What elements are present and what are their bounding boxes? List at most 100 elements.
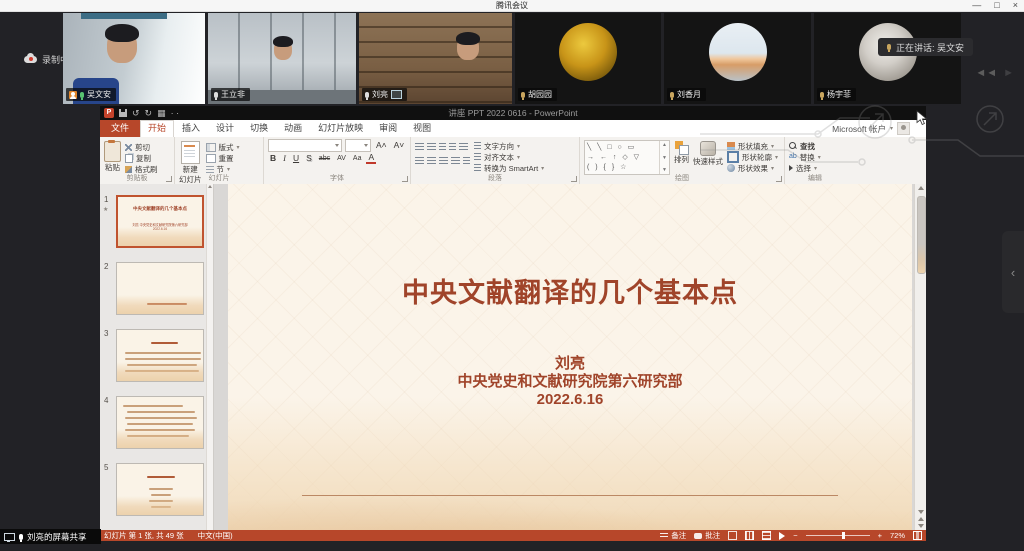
redo-icon[interactable]: ↻ xyxy=(145,108,153,118)
font-name-select[interactable] xyxy=(268,139,342,152)
zoom-in-button[interactable]: + xyxy=(878,531,882,540)
slide-thumbnail-5[interactable]: 5★ xyxy=(116,463,204,516)
gallery-scrollbar[interactable]: ▲▼▼ xyxy=(659,141,669,174)
qat-more-icon[interactable]: · · xyxy=(171,108,180,118)
scroll-down-icon[interactable] xyxy=(918,510,924,514)
tab-file[interactable]: 文件 xyxy=(100,120,140,137)
font-size-select[interactable] xyxy=(345,139,371,152)
page-nav-arrows[interactable]: ◄◄ ► xyxy=(975,67,1014,79)
next-slide-button[interactable] xyxy=(918,524,924,528)
slide-thumbnail-4[interactable]: 4★ xyxy=(116,396,204,449)
slide-scrollbar[interactable] xyxy=(914,184,926,530)
slide-author[interactable]: 刘亮 xyxy=(228,355,912,373)
participant-tile[interactable]: 刘亮 xyxy=(359,13,512,104)
comments-toggle[interactable]: 批注 xyxy=(694,530,720,541)
undo-icon[interactable]: ↺ xyxy=(132,108,140,118)
replace-button[interactable]: ab替换▾ xyxy=(789,152,821,162)
reading-view-button[interactable] xyxy=(762,531,771,540)
change-case-button[interactable]: Aa xyxy=(351,153,364,164)
dialog-launcher-icon[interactable] xyxy=(571,176,577,182)
columns-icon[interactable] xyxy=(463,157,470,165)
normal-view-button[interactable] xyxy=(728,531,737,540)
justify-icon[interactable] xyxy=(451,157,460,165)
slide-canvas[interactable]: 中央文献翻译的几个基本点 刘亮 中央党史和文献研究院第六研究部 2022.6.1… xyxy=(228,184,912,530)
zoom-out-button[interactable]: − xyxy=(793,531,797,540)
reset-button[interactable]: 重置 xyxy=(206,153,240,163)
tab-5[interactable]: 动画 xyxy=(276,120,310,137)
slideshow-icon[interactable]: ▦ xyxy=(157,108,166,118)
maximize-button[interactable]: □ xyxy=(994,0,999,11)
scrollbar-thumb[interactable] xyxy=(917,196,926,274)
dialog-launcher-icon[interactable] xyxy=(166,176,172,182)
cut-button[interactable]: 剪切 xyxy=(125,142,158,152)
slide-thumbnail-2[interactable]: 2★ xyxy=(116,262,204,315)
slide-date[interactable]: 2022.6.16 xyxy=(228,391,912,409)
participant-tile[interactable]: 杨宇菲 xyxy=(814,13,961,104)
shape-fill-button[interactable]: 形状填充▾ xyxy=(727,141,778,151)
text-shadow-button[interactable]: S xyxy=(304,153,314,164)
minimize-button[interactable]: — xyxy=(972,0,981,11)
font-color-button[interactable]: A xyxy=(366,153,376,164)
notes-toggle[interactable]: 备注 xyxy=(660,530,686,541)
tab-7[interactable]: 审阅 xyxy=(371,120,405,137)
tab-3[interactable]: 设计 xyxy=(208,120,242,137)
participant-tile[interactable]: 吴文安 xyxy=(63,13,205,104)
slideshow-view-button[interactable] xyxy=(779,532,785,540)
grow-font-button[interactable]: A˄ xyxy=(374,140,389,151)
account-area[interactable]: Microsoft 帐户 ▾ xyxy=(832,120,910,137)
tab-6[interactable]: 幻灯片放映 xyxy=(310,120,371,137)
shrink-font-button[interactable]: A˅ xyxy=(392,140,407,151)
slide-title[interactable]: 中央文献翻译的几个基本点 xyxy=(228,271,912,310)
previous-slide-button[interactable] xyxy=(918,517,924,521)
bullets-icon[interactable] xyxy=(415,143,424,151)
slide-sorter-view-button[interactable] xyxy=(745,531,754,540)
save-icon[interactable] xyxy=(119,109,127,117)
tab-1[interactable]: 开始 xyxy=(140,120,174,137)
slide-thumbnail-1[interactable]: 1★中央文献翻译的几个基本点刘亮 中央党史和文献研究院第六研究部 2022.6.… xyxy=(116,195,204,248)
tab-2[interactable]: 插入 xyxy=(174,120,208,137)
shape-outline-button[interactable]: 形状轮廓▾ xyxy=(727,152,778,162)
slide-thumbnail-3[interactable]: 3★ xyxy=(116,329,204,382)
fit-to-window-button[interactable] xyxy=(913,531,922,540)
panel-collapse-tab[interactable]: ‹ xyxy=(1002,231,1024,313)
dialog-launcher-icon[interactable] xyxy=(776,176,782,182)
shape-gallery[interactable]: ╲ ╲ □ ○ ▭ → ← ↑ ◇ ▽ ( ) { } ☆ ▲▼▼ xyxy=(584,140,670,175)
participant-tile[interactable]: 王立非 xyxy=(208,13,356,104)
align-text-button[interactable]: 对齐文本▾ xyxy=(474,152,544,162)
dialog-launcher-icon[interactable] xyxy=(402,176,408,182)
panel-scrollbar[interactable] xyxy=(206,184,213,530)
char-spacing-button[interactable]: AV xyxy=(335,153,348,164)
strikethrough-button[interactable]: abc xyxy=(317,153,332,164)
zoom-slider-thumb[interactable] xyxy=(842,532,845,539)
participant-tile[interactable]: 刘香月 xyxy=(664,13,811,104)
increase-indent-icon[interactable] xyxy=(449,143,456,151)
scroll-up-icon[interactable] xyxy=(208,185,212,188)
arrange-button[interactable]: 排列 xyxy=(674,140,689,164)
bold-button[interactable]: B xyxy=(268,153,278,164)
language-indicator[interactable]: 中文(中国) xyxy=(198,530,233,541)
italic-button[interactable]: I xyxy=(281,153,288,164)
decrease-indent-icon[interactable] xyxy=(439,143,446,151)
next-page-icon[interactable]: ► xyxy=(1003,67,1014,79)
numbering-icon[interactable] xyxy=(427,143,436,151)
paste-button[interactable]: 粘贴 xyxy=(104,140,121,172)
close-button[interactable]: × xyxy=(1013,0,1018,11)
align-right-icon[interactable] xyxy=(439,157,448,165)
layout-button[interactable]: 版式▾ xyxy=(206,142,240,152)
zoom-slider[interactable] xyxy=(806,535,870,536)
tab-8[interactable]: 视图 xyxy=(405,120,439,137)
smartart-button[interactable]: 转换为 SmartArt▾ xyxy=(474,163,544,173)
line-spacing-icon[interactable] xyxy=(459,143,468,151)
prev-page-icon[interactable]: ◄◄ xyxy=(975,67,997,79)
copy-button[interactable]: 复制 xyxy=(125,153,158,163)
tab-4[interactable]: 切换 xyxy=(242,120,276,137)
scroll-up-icon[interactable] xyxy=(918,186,924,190)
text-direction-button[interactable]: 文字方向▾ xyxy=(474,141,544,151)
participant-tile[interactable]: 胡园园 xyxy=(515,13,661,104)
underline-button[interactable]: U xyxy=(291,153,301,164)
zoom-level[interactable]: 72% xyxy=(890,531,905,540)
slide-affiliation[interactable]: 中央党史和文献研究院第六研究部 xyxy=(228,373,912,391)
select-button[interactable]: 选择▾ xyxy=(789,163,821,173)
align-left-icon[interactable] xyxy=(415,157,424,165)
find-button[interactable]: 查找 xyxy=(789,141,821,151)
